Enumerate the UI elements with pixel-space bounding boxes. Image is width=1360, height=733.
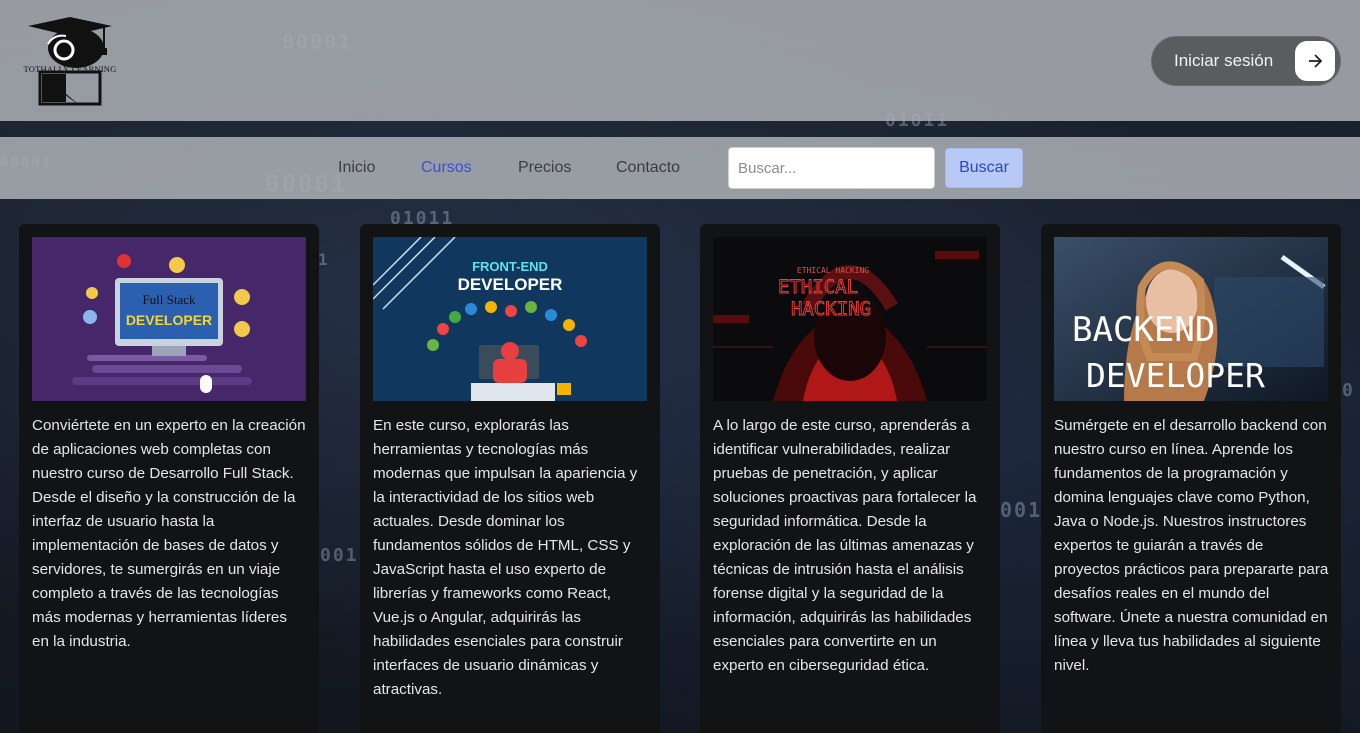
course-card-ethical-hacking[interactable]: ETHICAL HACKING ETHICAL HACKING A lo lar…: [700, 224, 1000, 733]
course-card-backend[interactable]: BACKEND DEVELOPER Sumérgete en el desarr…: [1041, 224, 1341, 733]
course-image-title: ETHICAL: [778, 276, 858, 298]
course-description: Conviértete en un experto en la creación…: [32, 417, 306, 650]
course-image-backend: BACKEND DEVELOPER: [1054, 237, 1328, 401]
binary-decor: 1: [318, 250, 330, 269]
course-card-frontend[interactable]: FRONT-END DEVELOPER En este curso, explo…: [360, 224, 660, 733]
nav-link-cursos[interactable]: Cursos: [421, 159, 472, 177]
course-card-fullstack[interactable]: Full Stack DEVELOPER Conviértete en un e…: [19, 224, 319, 733]
course-image-subtitle: DEVELOPER: [126, 312, 212, 328]
main-navbar: Inicio Cursos Precios Contacto Buscar: [0, 137, 1360, 199]
binary-decor: 0: [1342, 380, 1355, 401]
login-button[interactable]: Iniciar sesión: [1151, 36, 1341, 86]
search-input[interactable]: [728, 147, 935, 189]
binary-decor: 001: [320, 545, 359, 566]
binary-decor: 001: [1000, 498, 1043, 522]
course-image-title: BACKEND: [1072, 310, 1215, 350]
course-image-subtitle: DEVELOPER: [1086, 356, 1265, 395]
top-header: TOTHALLY LEARNING Iniciar sesión: [0, 0, 1360, 121]
course-image-frontend: FRONT-END DEVELOPER: [373, 237, 647, 401]
logo-text: TOTHALLY LEARNING: [23, 64, 117, 74]
course-image-ethical-hacking: ETHICAL HACKING ETHICAL HACKING: [713, 237, 987, 401]
course-image-title: FRONT-END: [472, 259, 548, 274]
course-image-subtitle: DEVELOPER: [458, 275, 563, 294]
site-logo[interactable]: TOTHALLY LEARNING: [18, 14, 122, 106]
course-image-subtitle: HACKING: [791, 298, 871, 320]
search-button[interactable]: Buscar: [945, 148, 1023, 188]
nav-link-inicio[interactable]: Inicio: [338, 159, 375, 177]
course-description: Sumérgete en el desarrollo backend con n…: [1054, 417, 1329, 674]
nav-link-contacto[interactable]: Contacto: [616, 159, 680, 177]
course-image-title: Full Stack: [142, 292, 196, 307]
graduation-cap-icon: [28, 17, 112, 106]
course-image-fullstack: Full Stack DEVELOPER: [32, 237, 306, 401]
nav-link-precios[interactable]: Precios: [518, 159, 571, 177]
course-image-caption: ETHICAL HACKING: [797, 266, 869, 275]
course-description: A lo largo de este curso, aprenderás a i…: [713, 417, 977, 674]
arrow-right-icon: [1295, 41, 1335, 81]
course-description: En este curso, explorarás las herramient…: [373, 417, 638, 698]
login-button-label: Iniciar sesión: [1174, 51, 1274, 70]
